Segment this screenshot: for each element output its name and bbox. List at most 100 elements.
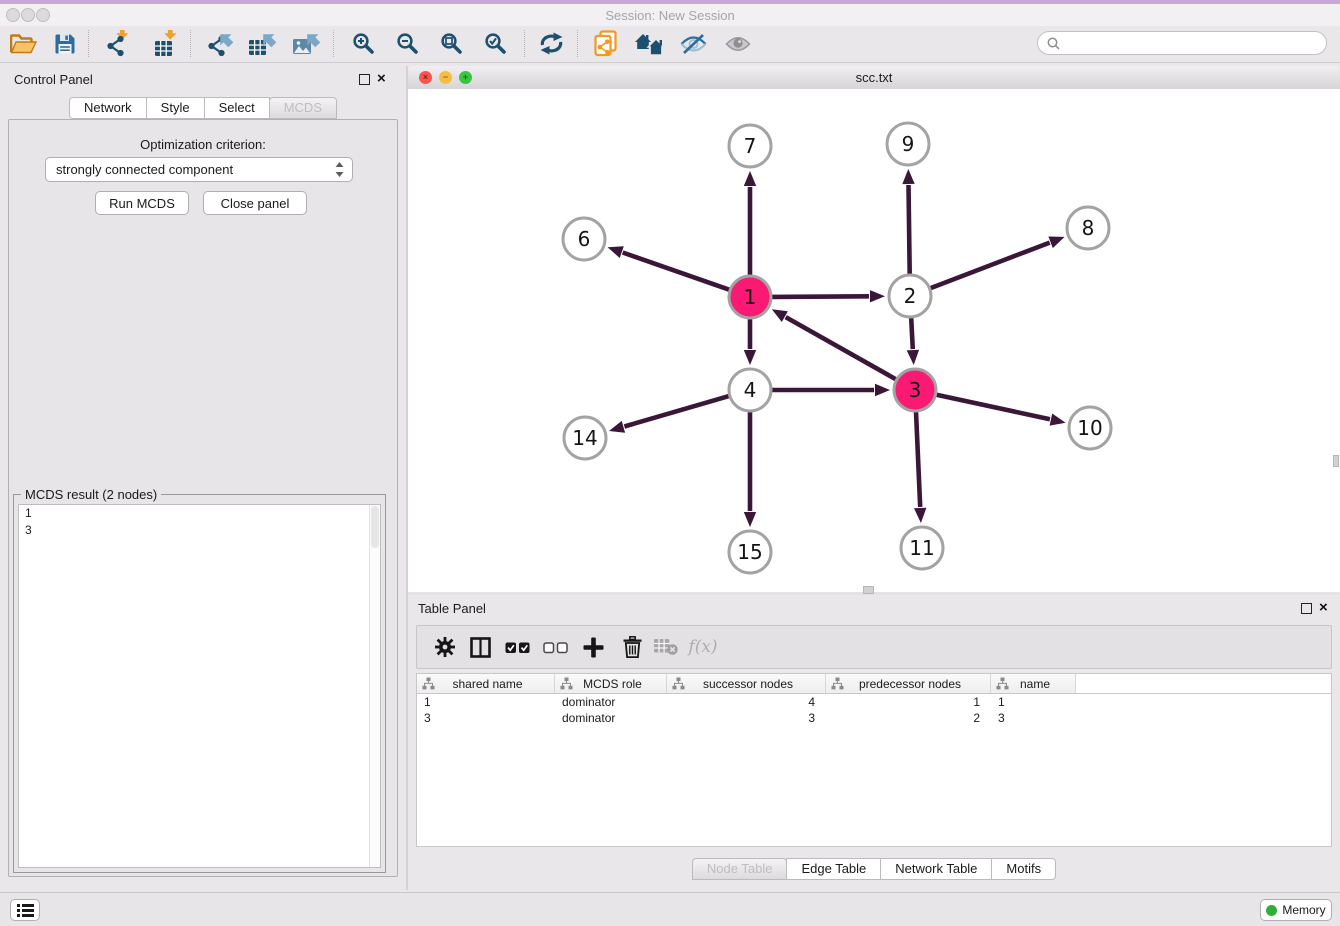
edge-4-15[interactable]	[744, 412, 756, 527]
edge-2-9[interactable]	[902, 169, 914, 274]
tab-select[interactable]: Select	[204, 97, 270, 119]
table-cell[interactable]: 1	[417, 694, 555, 710]
graph-node-8[interactable]: 8	[1067, 207, 1109, 249]
edge-1-6[interactable]	[608, 246, 730, 289]
edge-2-3[interactable]	[907, 318, 919, 365]
criterion-dropdown[interactable]: strongly connected component	[45, 157, 353, 182]
divider-grip-vertical[interactable]	[1333, 455, 1339, 467]
graph-node-9[interactable]: 9	[887, 123, 929, 165]
hide-panel-eye-icon[interactable]	[678, 28, 708, 59]
import-table-icon[interactable]	[151, 28, 181, 59]
table-cell[interactable]: 4	[667, 694, 826, 710]
open-file-icon[interactable]	[8, 28, 38, 59]
table-cell[interactable]: 3	[667, 710, 826, 726]
refresh-icon[interactable]	[536, 28, 566, 59]
mcds-result-textarea[interactable]: 13	[18, 504, 381, 868]
delete-icon[interactable]	[616, 631, 648, 663]
edge-3-10[interactable]	[937, 395, 1066, 426]
edge-4-14[interactable]	[609, 396, 729, 433]
network-view-window: × − + scc.txt 1 2 3 4 6 7 8 9 10 11 14 15	[408, 66, 1340, 592]
graph-node-15[interactable]: 15	[729, 531, 771, 573]
zoom-out-icon[interactable]	[392, 28, 422, 59]
export-network-icon[interactable]	[204, 28, 234, 59]
result-scrollbar-thumb[interactable]	[371, 506, 379, 548]
table-cell[interactable]: dominator	[555, 694, 667, 710]
graph-node-2[interactable]: 2	[889, 275, 931, 317]
table-cell[interactable]: dominator	[555, 710, 667, 726]
dropdown-stepper-icon	[335, 162, 344, 177]
network-canvas[interactable]: 1 2 3 4 6 7 8 9 10 11 14 15	[408, 89, 1340, 592]
memory-status-icon	[1266, 905, 1277, 916]
edge-2-8[interactable]	[931, 237, 1065, 289]
graph-node-10[interactable]: 10	[1069, 407, 1111, 449]
home-icon[interactable]	[635, 28, 665, 59]
node-table[interactable]: shared nameMCDS rolesuccessor nodesprede…	[416, 673, 1332, 847]
svg-text:6: 6	[578, 227, 591, 251]
deselect-all-icon[interactable]	[539, 631, 571, 663]
tab-style[interactable]: Style	[146, 97, 205, 119]
edge-1-7[interactable]	[744, 171, 756, 275]
show-panel-eye-icon[interactable]	[723, 28, 753, 59]
task-history-button[interactable]	[10, 899, 40, 921]
graph-node-7[interactable]: 7	[729, 125, 771, 167]
tab-network[interactable]: Network	[69, 97, 147, 119]
graph-node-3[interactable]: 3	[894, 369, 936, 411]
float-table-panel-icon[interactable]	[1301, 603, 1312, 614]
result-scrollbar[interactable]	[369, 505, 380, 867]
column-header-shared-name[interactable]: shared name	[417, 674, 555, 693]
graph-node-14[interactable]: 14	[564, 417, 606, 459]
search-box[interactable]	[1037, 31, 1327, 55]
function-builder-icon: f(x)	[687, 631, 719, 663]
table-row[interactable]: 1dominator411	[417, 694, 1331, 710]
search-input[interactable]	[1065, 35, 1326, 52]
export-table-icon[interactable]	[247, 28, 277, 59]
zoom-selected-icon[interactable]	[480, 28, 510, 59]
app-titlebar: Session: New Session	[0, 4, 1340, 26]
table-cell[interactable]: 1	[826, 694, 991, 710]
tab-edge-table[interactable]: Edge Table	[786, 858, 881, 880]
table-cell[interactable]: 3	[991, 710, 1076, 726]
close-panel-button[interactable]: Close panel	[203, 191, 307, 215]
column-header-successor-nodes[interactable]: successor nodes	[667, 674, 826, 693]
table-cell[interactable]: 1	[991, 694, 1076, 710]
columns-icon[interactable]	[464, 631, 496, 663]
gear-icon[interactable]	[429, 631, 461, 663]
edge-3-11[interactable]	[914, 412, 926, 523]
zoom-in-icon[interactable]	[348, 28, 378, 59]
tab-node-table[interactable]: Node Table	[692, 858, 788, 880]
tab-network-table[interactable]: Network Table	[880, 858, 992, 880]
close-panel-icon[interactable]: ×	[377, 73, 386, 85]
run-mcds-button[interactable]: Run MCDS	[95, 191, 189, 215]
edge-4-3[interactable]	[772, 384, 890, 396]
tab-motifs[interactable]: Motifs	[991, 858, 1056, 880]
graph-node-6[interactable]: 6	[563, 218, 605, 260]
add-row-icon[interactable]	[577, 631, 609, 663]
delete-column-icon	[650, 631, 682, 663]
table-cell[interactable]: 2	[826, 710, 991, 726]
control-panel-title: Control Panel	[14, 72, 93, 87]
import-network-icon[interactable]	[103, 28, 133, 59]
graph-node-1[interactable]: 1	[729, 276, 771, 318]
close-table-panel-icon[interactable]: ×	[1319, 602, 1328, 614]
network-window-titlebar[interactable]: × − + scc.txt	[408, 66, 1340, 90]
column-header-predecessor-nodes[interactable]: predecessor nodes	[826, 674, 991, 693]
zoom-fit-icon[interactable]	[436, 28, 466, 59]
table-row[interactable]: 3dominator323	[417, 710, 1331, 726]
edge-1-2[interactable]	[772, 290, 885, 302]
network-file-icon[interactable]	[591, 28, 621, 59]
select-all-icon[interactable]	[501, 631, 533, 663]
column-header-name[interactable]: name	[991, 674, 1076, 693]
column-header-MCDS-role[interactable]: MCDS role	[555, 674, 667, 693]
graph-node-11[interactable]: 11	[901, 527, 943, 569]
save-session-icon[interactable]	[50, 28, 80, 59]
divider-grip-horizontal[interactable]	[863, 586, 874, 594]
toolbar-separator	[577, 30, 578, 57]
table-cell[interactable]: 3	[417, 710, 555, 726]
float-panel-icon[interactable]	[359, 74, 370, 85]
edge-3-1[interactable]	[772, 309, 896, 379]
tab-mcds[interactable]: MCDS	[269, 97, 337, 119]
edge-1-4[interactable]	[744, 319, 756, 365]
export-image-icon[interactable]	[291, 28, 321, 59]
memory-button[interactable]: Memory	[1260, 899, 1332, 921]
graph-node-4[interactable]: 4	[729, 369, 771, 411]
